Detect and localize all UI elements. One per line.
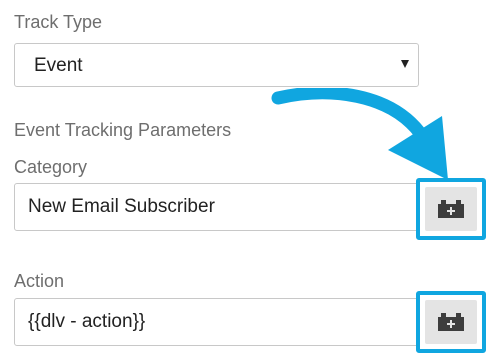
track-type-select[interactable]: Event (14, 43, 419, 87)
action-variable-button[interactable] (416, 291, 486, 353)
event-tracking-parameters-heading: Event Tracking Parameters (14, 120, 232, 140)
action-label: Action (14, 271, 65, 291)
caret-down-icon (401, 60, 409, 68)
curved-arrow-icon (271, 88, 448, 180)
category-label: Category (14, 157, 88, 177)
brick-plus-icon (438, 200, 464, 218)
tag-configuration-form: Track Type Event Event Tracking Paramete… (0, 0, 489, 359)
brick-plus-icon (438, 313, 464, 331)
variable-button-face (425, 300, 477, 344)
action-input[interactable]: {{dlv - action}} (14, 298, 420, 346)
track-type-label: Track Type (14, 12, 103, 32)
track-type-selected-value: Event (34, 55, 83, 76)
